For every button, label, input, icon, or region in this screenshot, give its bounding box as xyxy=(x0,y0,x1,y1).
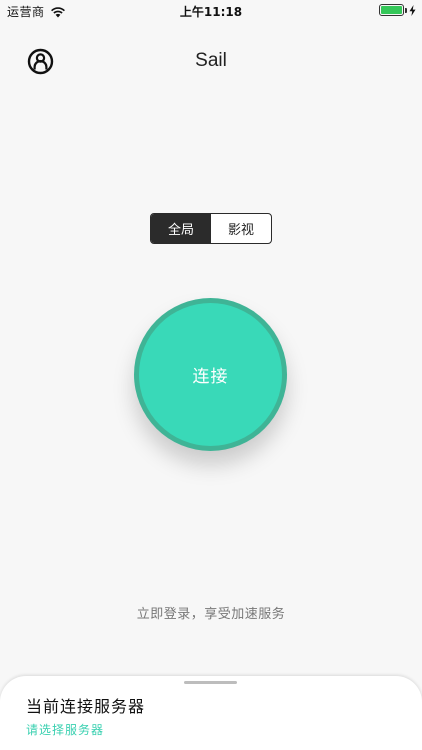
battery-group xyxy=(379,4,416,16)
sheet-grabber[interactable] xyxy=(184,681,237,684)
battery-icon xyxy=(379,4,404,16)
charging-bolt-icon xyxy=(409,4,416,16)
battery-fill xyxy=(381,6,402,14)
connect-button-label: 连接 xyxy=(192,367,229,387)
status-bar: 运营商 上午11:18 xyxy=(0,0,422,22)
app-screen: 运营商 上午11:18 Sail 全局 影视 连接 立即登录，享受加速服务 当前… xyxy=(0,0,422,750)
mode-segmented-control: 全局 影视 xyxy=(150,213,272,244)
status-time: 上午11:18 xyxy=(179,5,243,19)
segment-global[interactable]: 全局 xyxy=(151,214,211,243)
connect-button[interactable]: 连接 xyxy=(139,303,282,446)
page-title: Sail xyxy=(195,50,227,71)
server-bottom-sheet[interactable]: 当前连接服务器 请选择服务器 xyxy=(0,676,422,750)
segment-video[interactable]: 影视 xyxy=(211,214,271,243)
nav-bar: Sail xyxy=(0,40,422,84)
sheet-title: 当前连接服务器 xyxy=(26,697,146,716)
battery-tip xyxy=(405,7,407,13)
login-hint-link[interactable]: 立即登录，享受加速服务 xyxy=(0,603,422,622)
select-server-link[interactable]: 请选择服务器 xyxy=(26,721,104,738)
